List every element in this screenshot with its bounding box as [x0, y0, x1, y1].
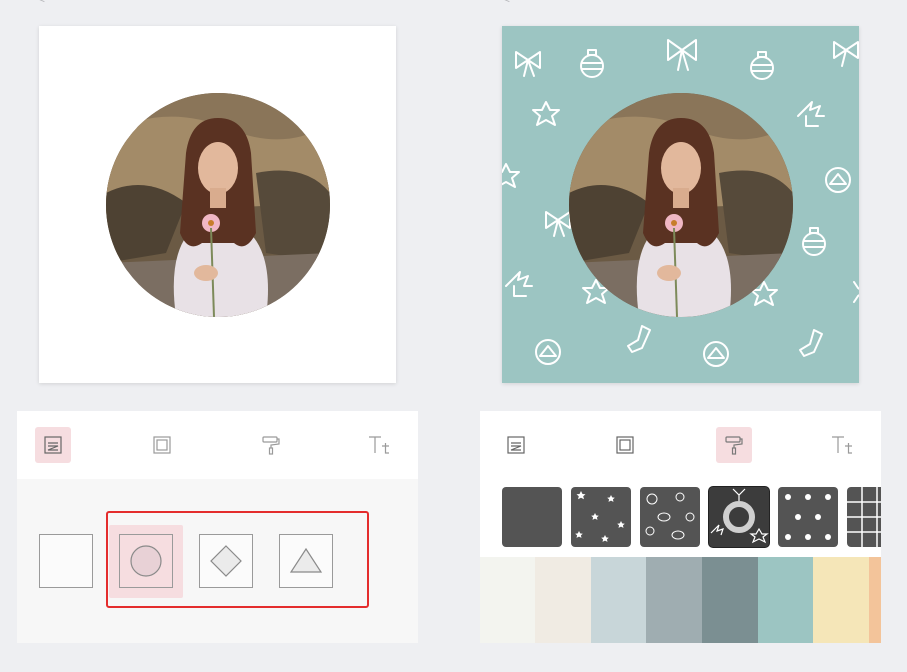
right-canvas [502, 26, 859, 383]
color-swatch[interactable] [758, 557, 813, 643]
color-swatch[interactable] [646, 557, 702, 643]
text-icon [832, 436, 852, 454]
color-swatch[interactable] [535, 557, 591, 643]
paint-tool[interactable] [253, 427, 289, 463]
bow-icon [833, 41, 859, 67]
profile-photo-2 [569, 93, 793, 317]
right-toolbar [480, 411, 881, 479]
pattern-stars-option[interactable] [571, 487, 631, 547]
shape-selection-annotation [106, 511, 369, 608]
square-shape-icon [46, 541, 86, 581]
profile-photo [106, 93, 330, 317]
color-swatch[interactable] [591, 557, 646, 643]
tree-icon [505, 271, 533, 297]
shape-square-option[interactable] [39, 534, 93, 588]
frame-icon [153, 436, 171, 454]
shape-panel [17, 479, 418, 643]
color-swatch[interactable] [813, 557, 869, 643]
pattern-solid-option[interactable] [502, 487, 562, 547]
back-icon[interactable]: < [38, 0, 45, 6]
christmas-pattern-icon [710, 488, 769, 544]
background-tool-2[interactable] [498, 427, 534, 463]
portrait-image-2 [569, 93, 793, 317]
stocking-icon [799, 329, 823, 357]
paint-roller-icon [262, 436, 280, 455]
frame-tool[interactable] [144, 427, 180, 463]
star-icon [853, 281, 859, 303]
text-tool[interactable] [362, 427, 398, 463]
background-icon [44, 436, 62, 454]
portrait-image [106, 93, 330, 317]
dots-pattern-icon [785, 494, 831, 540]
bauble-icon [802, 227, 826, 256]
color-swatch[interactable] [480, 557, 535, 643]
color-swatch[interactable] [869, 557, 881, 643]
background-tool[interactable] [35, 427, 71, 463]
stocking-icon [627, 325, 651, 353]
left-canvas [39, 26, 396, 383]
star-icon [532, 101, 560, 126]
right-screen: < [463, 0, 907, 672]
ornament-icon [703, 341, 729, 367]
stars-pattern-icon [575, 491, 625, 542]
pattern-ornaments-option[interactable] [640, 487, 700, 547]
bow-icon [545, 211, 571, 237]
ornament-icon [535, 339, 561, 365]
left-toolbar [17, 411, 418, 479]
frame-icon [616, 436, 634, 454]
ornaments-pattern-icon [645, 492, 695, 540]
bow-icon [667, 39, 697, 71]
bauble-icon [750, 51, 774, 80]
pattern-christmas-option[interactable] [709, 487, 769, 547]
star-icon [502, 163, 520, 188]
back-icon-2[interactable]: < [503, 0, 510, 6]
pattern-grid-option[interactable] [847, 487, 881, 547]
frame-tool-2[interactable] [607, 427, 643, 463]
color-swatch[interactable] [702, 557, 758, 643]
text-tool-2[interactable] [825, 427, 861, 463]
pattern-dots-option[interactable] [778, 487, 838, 547]
ornament-icon [825, 167, 851, 193]
tree-icon [797, 101, 825, 127]
bauble-icon [580, 49, 604, 78]
paint-tool-2[interactable] [716, 427, 752, 463]
left-screen: < [0, 0, 440, 672]
grid-pattern-icon [847, 487, 881, 547]
paint-roller-icon [725, 436, 743, 455]
bow-icon [515, 51, 541, 77]
text-icon [369, 436, 389, 454]
background-icon [507, 436, 525, 454]
pattern-panel [480, 479, 881, 643]
